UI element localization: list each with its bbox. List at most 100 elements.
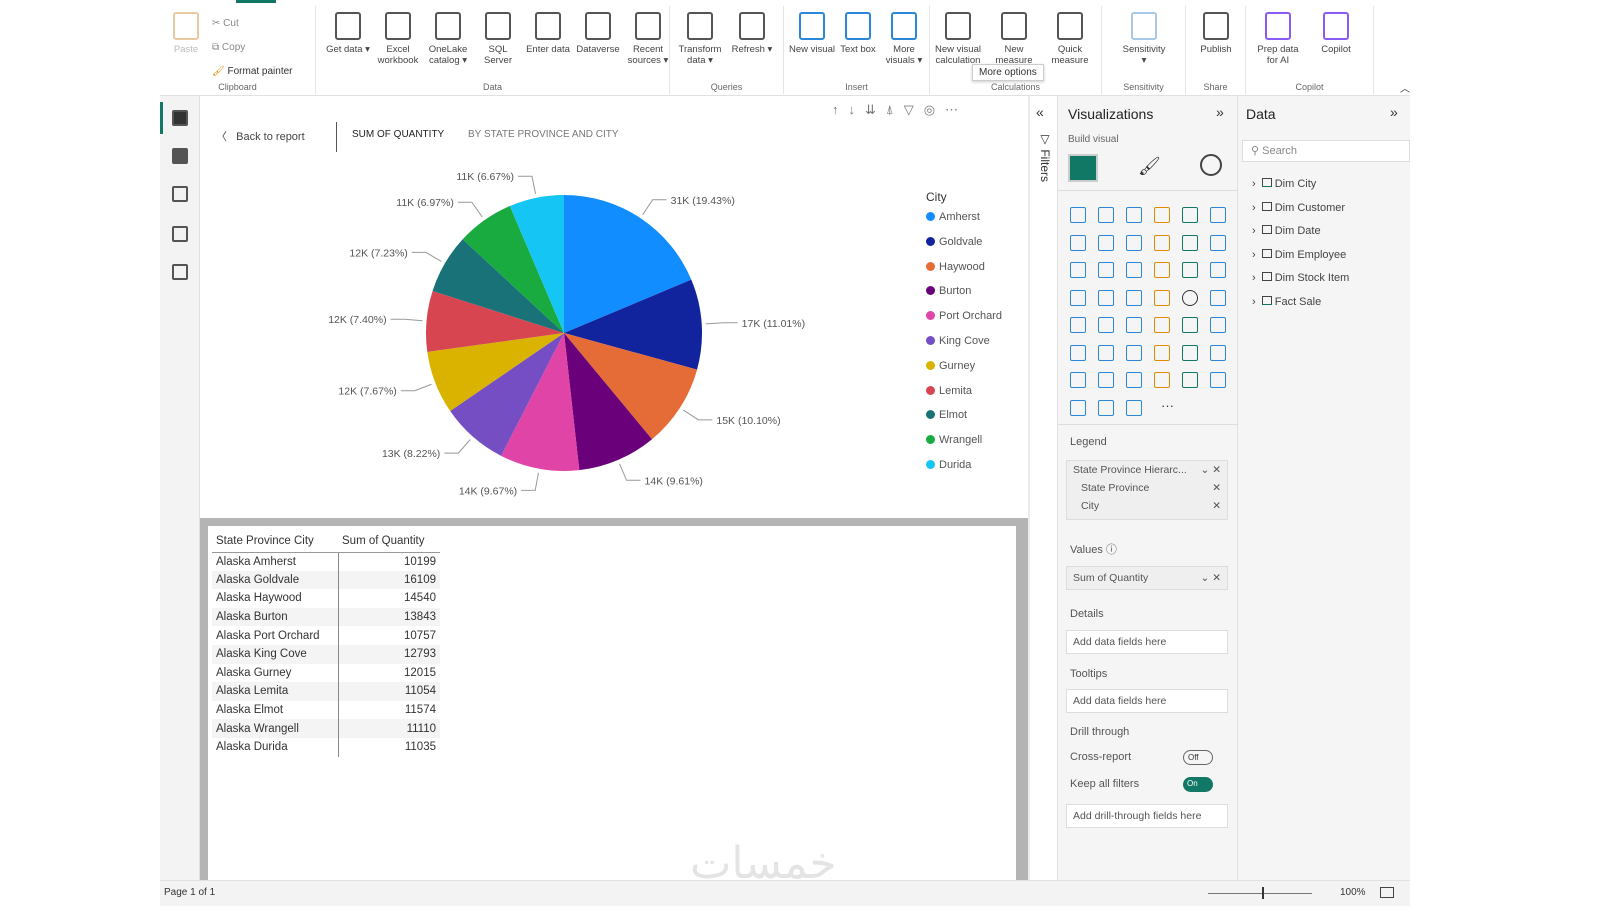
visual-type-icon[interactable] [1126, 317, 1142, 333]
visual-type-icon[interactable] [1210, 317, 1226, 333]
visual-type-icon[interactable] [1098, 399, 1114, 416]
fit-to-page-icon[interactable] [1380, 887, 1394, 898]
visual-type-icon[interactable] [1070, 289, 1086, 306]
drill-through-well[interactable]: Add drill-through fields here [1066, 804, 1228, 828]
legend-item[interactable]: Goldvale [926, 236, 982, 248]
collapse-data-pane-icon[interactable]: » [1390, 104, 1398, 120]
queries-button-1[interactable]: Refresh ▾ [728, 12, 776, 55]
data-table-item[interactable]: › Dim Date [1252, 225, 1321, 237]
visual-type-icon[interactable] [1070, 372, 1086, 388]
legend-field-city[interactable]: City ✕ [1073, 500, 1221, 518]
copy-button[interactable]: ⧉ Copy [212, 42, 245, 53]
visual-type-icon[interactable] [1182, 207, 1198, 223]
cross-report-toggle[interactable]: Off [1183, 750, 1213, 765]
table-row[interactable]: Alaska Durida 11035 [212, 737, 440, 757]
insert-button-2[interactable]: More visuals ▾ [880, 12, 928, 66]
visual-type-icon[interactable] [1126, 399, 1142, 416]
keep-filters-toggle[interactable]: On [1183, 777, 1213, 792]
collapse-ribbon-chevron-icon[interactable]: ︿ [1400, 80, 1410, 95]
visual-type-icon[interactable] [1126, 207, 1142, 223]
collapse-left-icon[interactable]: « [1036, 104, 1044, 120]
data-button-1[interactable]: Excel workbook [374, 12, 422, 66]
share-button-0[interactable]: Publish [1192, 12, 1240, 55]
filters-pane-collapsed[interactable]: « ▽ Filters [1030, 96, 1058, 880]
chevron-right-icon[interactable]: › [1252, 225, 1256, 237]
visual-type-icon[interactable] [1126, 262, 1142, 278]
table-row[interactable]: Alaska Lemita 11054 [212, 682, 440, 701]
legend-item[interactable]: Elmot [926, 409, 967, 421]
copilot-button-1[interactable]: Copilot [1312, 12, 1360, 55]
calculations-button-1[interactable]: New measure [990, 12, 1038, 66]
visual-type-icon[interactable] [1126, 289, 1142, 306]
visual-type-icon[interactable] [1098, 234, 1114, 251]
visual-type-icon[interactable] [1126, 344, 1142, 361]
table-row[interactable]: Alaska Elmot 11574 [212, 700, 440, 720]
visual-type-icon[interactable] [1210, 372, 1226, 388]
data-button-2[interactable]: OneLake catalog ▾ [424, 12, 472, 66]
report-view-icon[interactable] [172, 110, 188, 126]
filters-label[interactable]: ▽ Filters [1038, 132, 1052, 182]
data-button-5[interactable]: Dataverse [574, 12, 622, 55]
visual-type-icon[interactable] [1182, 344, 1198, 361]
analytics-tab-icon[interactable] [1200, 154, 1222, 176]
zoom-slider-thumb[interactable] [1262, 887, 1264, 899]
visual-type-icon[interactable] [1182, 372, 1198, 388]
zoom-slider[interactable] [1208, 893, 1312, 894]
visual-type-icon[interactable] [1154, 262, 1170, 278]
chevron-right-icon[interactable]: › [1252, 202, 1256, 214]
visual-type-icon[interactable] [1210, 289, 1226, 306]
table-view-icon[interactable] [172, 148, 188, 164]
visual-type-icon[interactable] [1182, 234, 1198, 251]
legend-item[interactable]: Durida [926, 459, 971, 471]
legend-item[interactable]: Wrangell [926, 434, 982, 446]
data-button-6[interactable]: Recent sources ▾ [624, 12, 672, 66]
visual-type-icon[interactable] [1070, 344, 1086, 361]
visual-type-icon[interactable] [1182, 262, 1198, 278]
table-row[interactable]: Alaska Goldvale 16109 [212, 570, 440, 590]
legend-item[interactable]: Amherst [926, 211, 980, 223]
visual-type-icon[interactable] [1070, 317, 1086, 333]
data-button-0[interactable]: Get data ▾ [324, 12, 372, 55]
calculations-button-2[interactable]: Quick measure [1046, 12, 1094, 66]
visual-type-icon[interactable] [1126, 234, 1142, 251]
search-input[interactable]: ⚲ Search [1242, 140, 1410, 162]
values-field[interactable]: Sum of Quantity ⌄ ✕ [1066, 566, 1228, 590]
chevron-right-icon[interactable]: › [1252, 178, 1256, 190]
legend-item[interactable]: Port Orchard [926, 310, 1002, 322]
cut-button[interactable]: ✂ Cut [212, 18, 239, 29]
legend-item[interactable]: Gurney [926, 360, 975, 372]
insert-button-0[interactable]: New visual [788, 12, 836, 55]
visual-type-icon[interactable] [1210, 262, 1226, 278]
visual-type-icon[interactable] [1126, 372, 1142, 388]
visual-type-icon[interactable] [1098, 344, 1114, 361]
legend-field-state[interactable]: State Province ✕ [1073, 482, 1221, 500]
copilot-button-0[interactable]: Prep data for AI [1254, 12, 1302, 66]
data-button-3[interactable]: SQL Server [474, 12, 522, 66]
expand-right-icon[interactable]: » [1216, 104, 1224, 120]
visual-type-icon[interactable] [1154, 372, 1170, 388]
legend-item[interactable]: Haywood [926, 261, 985, 273]
calculations-button-0[interactable]: New visual calculation [934, 12, 982, 66]
visual-type-icon[interactable] [1154, 317, 1170, 333]
data-table-item[interactable]: › Dim City [1252, 178, 1316, 190]
data-table-item[interactable]: › Dim Employee [1252, 248, 1346, 261]
insert-button-1[interactable]: Text box [834, 12, 882, 55]
data-table-item[interactable]: › Dim Stock Item [1252, 272, 1349, 284]
visual-type-icon[interactable] [1070, 234, 1086, 251]
table-row[interactable]: Alaska Haywood 14540 [212, 589, 440, 608]
visual-type-icon[interactable] [1182, 289, 1198, 306]
more-visuals-button[interactable]: ··· [1161, 398, 1174, 413]
chevron-right-icon[interactable]: › [1252, 249, 1256, 261]
tmdl-view-icon[interactable] [172, 264, 188, 280]
data-button-4[interactable]: Enter data [524, 12, 572, 55]
data-table-item[interactable]: › Dim Customer [1252, 201, 1345, 214]
visual-type-icon[interactable] [1098, 317, 1114, 333]
format-painter-button[interactable]: 🖌 Format painter [212, 66, 293, 77]
queries-button-0[interactable]: Transform data ▾ [676, 12, 724, 66]
visual-type-icon[interactable] [1154, 207, 1170, 223]
build-visual-tab-icon[interactable] [1068, 154, 1098, 182]
visual-type-icon[interactable] [1098, 372, 1114, 388]
chevron-right-icon[interactable]: › [1252, 272, 1256, 284]
visual-type-icon[interactable] [1098, 289, 1114, 306]
table-row[interactable]: Alaska Burton 13843 [212, 607, 440, 627]
